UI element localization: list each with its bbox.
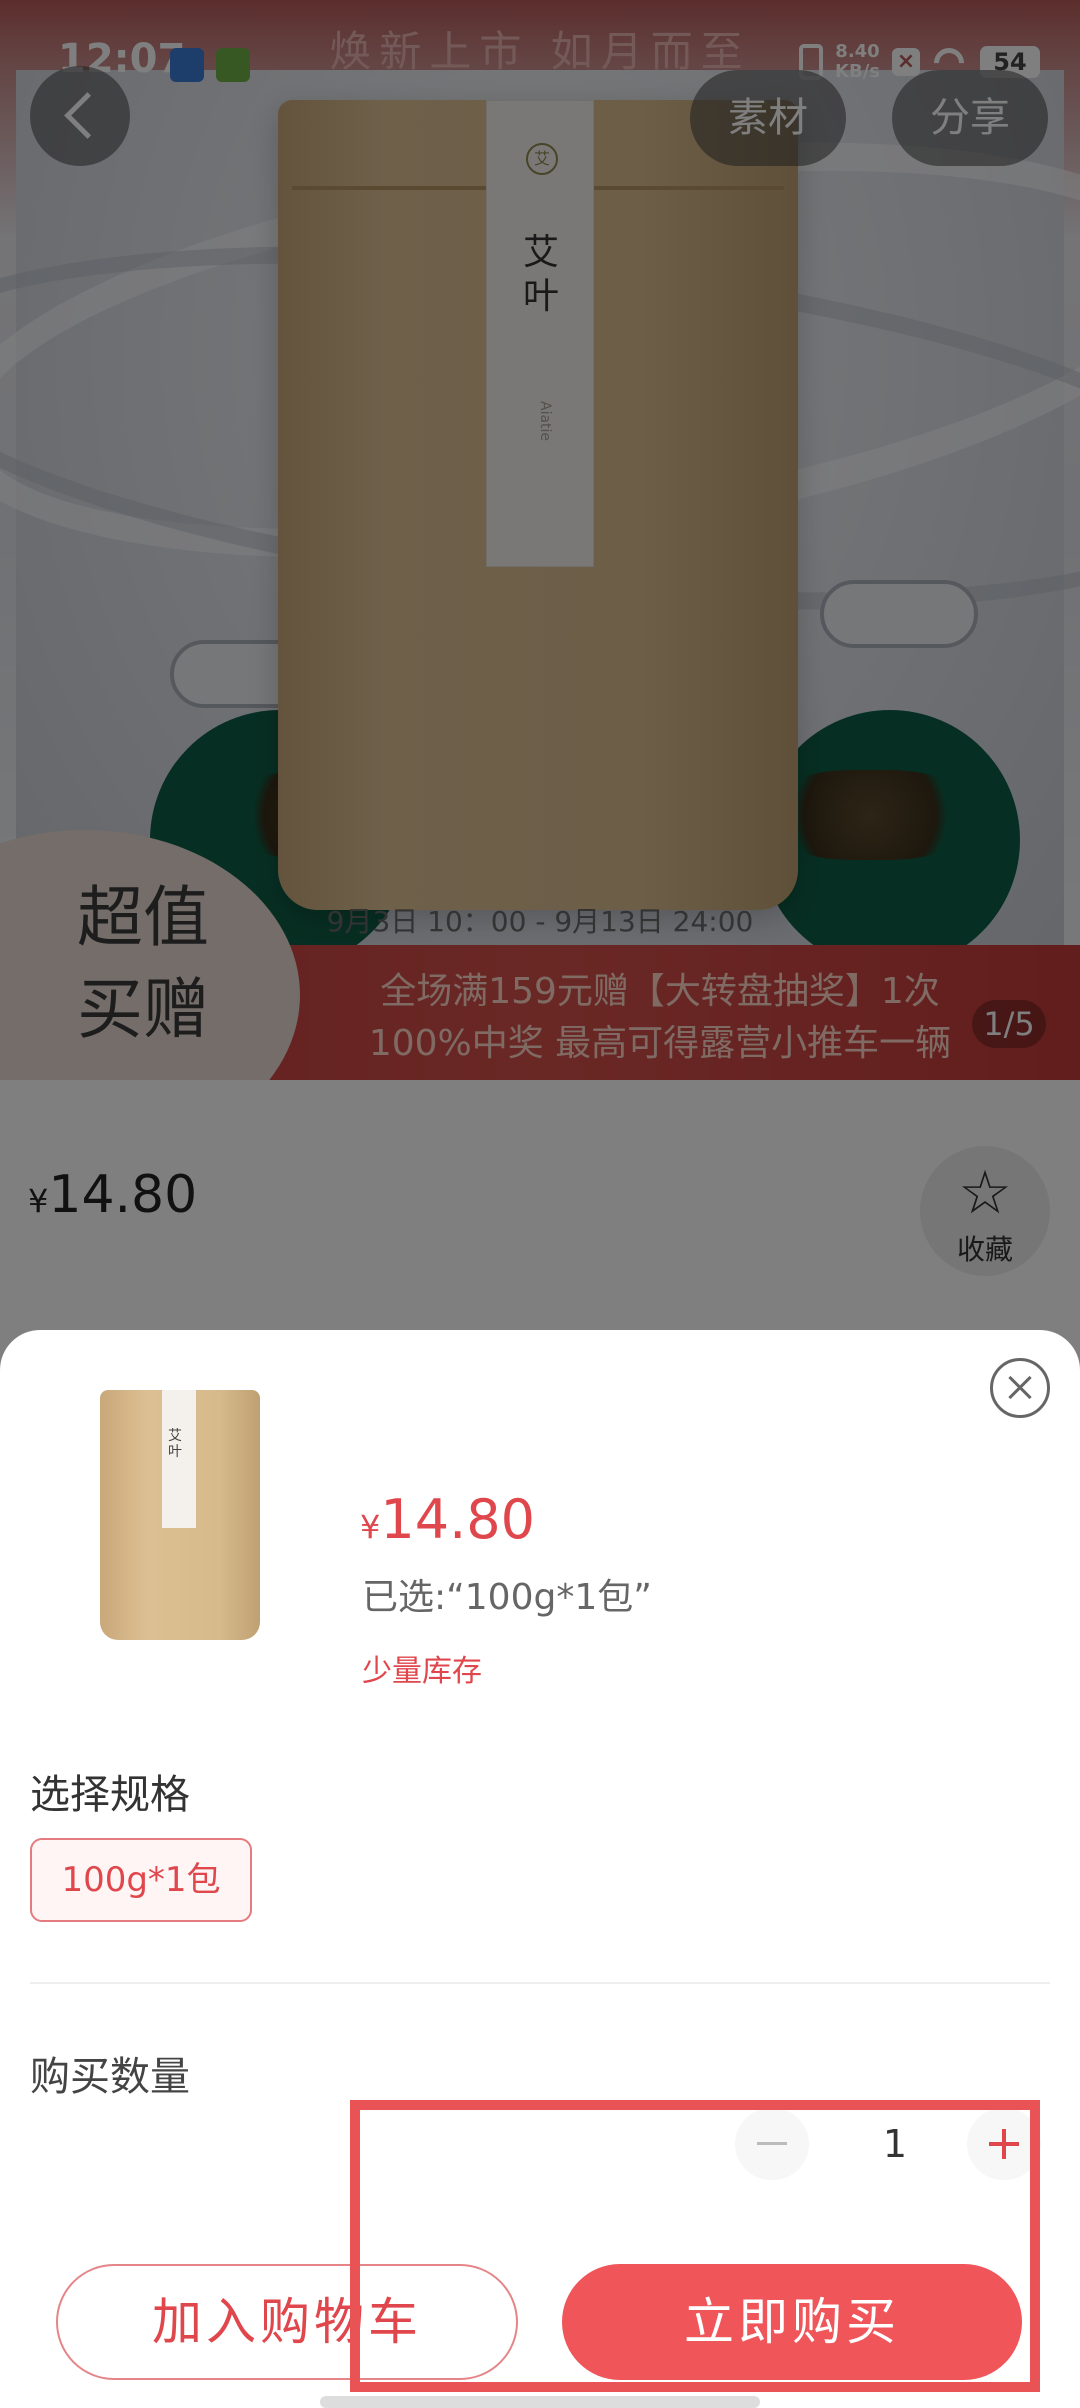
highlight-box (350, 2100, 1040, 2392)
product-thumbnail: 艾叶 (100, 1390, 260, 1640)
promo-date: 9月3日 10：00 - 9月13日 24:00 (326, 905, 754, 938)
spec-option-100g[interactable]: 100g*1包 (30, 1838, 252, 1922)
sheet-price: ¥14.80 (360, 1488, 535, 1551)
thumbnail-label: 艾叶 (162, 1390, 196, 1528)
selected-spec-text: 已选:“100g*1包” (362, 1577, 652, 1618)
thumbnail-title: 艾叶 (168, 1428, 182, 1460)
close-icon[interactable] (990, 1358, 1050, 1418)
spec-section-title: 选择规格 (30, 1772, 190, 1818)
currency-symbol: ¥ (360, 1508, 381, 1546)
quantity-section-title: 购买数量 (30, 2054, 190, 2100)
sheet-price-value: 14.80 (380, 1488, 535, 1551)
divider (30, 1982, 1050, 1984)
stock-status: 少量库存 (362, 1654, 482, 1689)
home-indicator[interactable] (320, 2396, 760, 2408)
